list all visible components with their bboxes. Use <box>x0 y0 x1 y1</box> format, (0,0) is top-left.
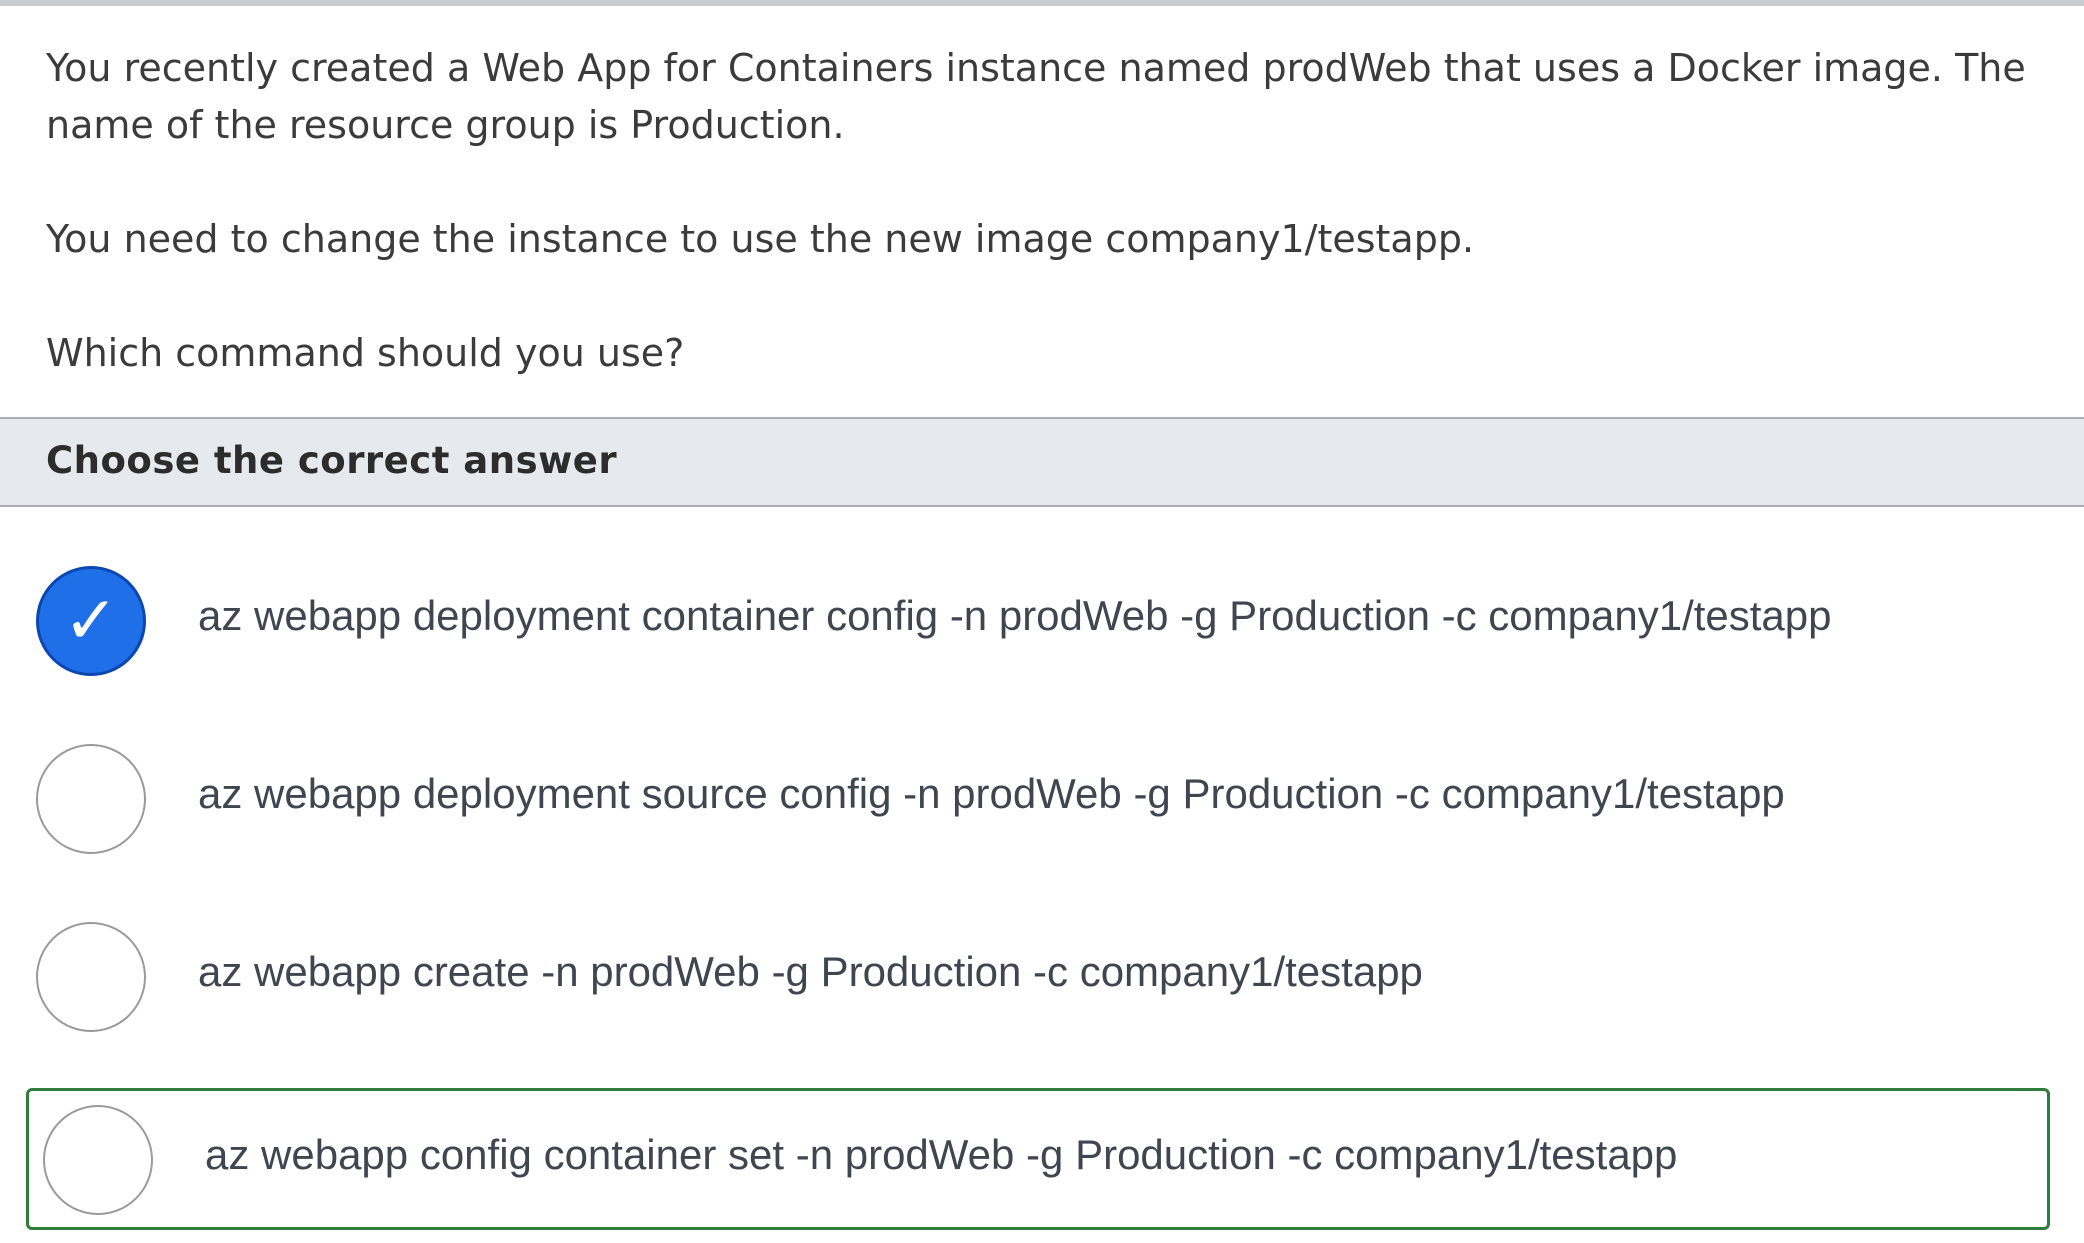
answer-option-4-correct[interactable]: az webapp config container set -n prodWe… <box>26 1088 2050 1230</box>
radio-button[interactable] <box>36 922 146 1032</box>
answer-option-label: az webapp deployment container config -n… <box>198 592 1832 639</box>
checkmark-icon: ✓ <box>63 582 119 659</box>
radio-button[interactable] <box>43 1105 153 1215</box>
answer-option-label: az webapp create -n prodWeb -g Productio… <box>198 948 1423 995</box>
top-divider <box>0 0 2084 6</box>
answer-prompt-bar: Choose the correct answer <box>0 417 2084 507</box>
answer-prompt-label: Choose the correct answer <box>46 439 618 482</box>
question-paragraph-1: You recently created a Web App for Conta… <box>46 46 2026 147</box>
answer-option-2[interactable]: az webapp deployment source config -n pr… <box>36 736 2046 854</box>
answer-option-1[interactable]: ✓ az webapp deployment container config … <box>36 558 2046 676</box>
answer-option-label: az webapp deployment source config -n pr… <box>198 770 1785 817</box>
answer-option-3[interactable]: az webapp create -n prodWeb -g Productio… <box>36 914 2046 1032</box>
question-text: You recently created a Web App for Conta… <box>46 40 2046 382</box>
radio-button-selected[interactable]: ✓ <box>36 566 146 676</box>
question-paragraph-3: Which command should you use? <box>46 331 685 375</box>
question-paragraph-2: You need to change the instance to use t… <box>46 217 1475 261</box>
answer-option-label: az webapp config container set -n prodWe… <box>205 1131 1678 1178</box>
radio-button[interactable] <box>36 744 146 854</box>
